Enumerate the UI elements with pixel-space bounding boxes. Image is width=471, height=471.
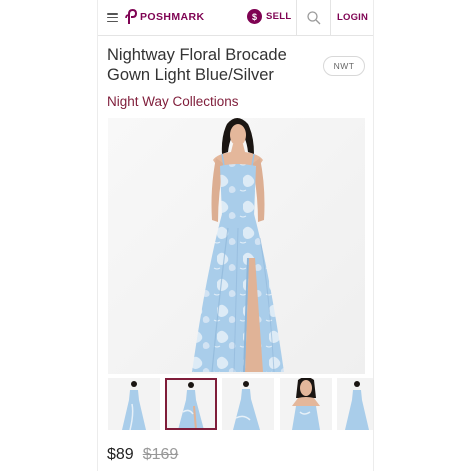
main-product-image[interactable]: [108, 118, 365, 374]
thumbnail-1[interactable]: [108, 378, 160, 430]
thumbnail-2[interactable]: [165, 378, 217, 430]
dress-photo: [108, 118, 365, 374]
sell-label: SELL: [266, 11, 292, 22]
thumbnail-image: [108, 378, 160, 430]
header-divider: [330, 0, 331, 36]
original-price: $169: [142, 446, 179, 463]
sell-button[interactable]: $ SELL: [247, 9, 291, 24]
search-icon[interactable]: [306, 10, 322, 26]
brand-link[interactable]: Night Way Collections: [107, 94, 239, 109]
thumbnail-5[interactable]: [337, 378, 373, 430]
listing-title: Nightway Floral Brocade Gown Light Blue/…: [107, 46, 287, 84]
thumbnail-image: [337, 378, 373, 430]
thumbnail-4[interactable]: [280, 378, 332, 430]
brand-name: POSHMARK: [140, 11, 205, 23]
poshmark-logo-icon: [125, 9, 137, 24]
header-divider: [296, 0, 297, 36]
thumbnail-image: [165, 378, 217, 430]
price-row: $89 $169: [107, 446, 178, 464]
thumbnail-image: [222, 378, 274, 430]
login-link[interactable]: LOGIN: [337, 12, 368, 23]
top-nav: POSHMARK $ SELL LOGIN: [98, 0, 373, 36]
product-page: POSHMARK $ SELL LOGIN Nightway Floral Br…: [97, 0, 374, 471]
current-price: $89: [107, 446, 134, 463]
menu-icon[interactable]: [107, 13, 118, 23]
thumbnail-image: [280, 378, 332, 430]
sell-badge-icon: $: [247, 9, 262, 24]
poshmark-logo[interactable]: POSHMARK: [125, 9, 204, 25]
thumbnail-3[interactable]: [222, 378, 274, 430]
thumbnail-strip: [108, 378, 373, 432]
condition-badge: NWT: [323, 56, 365, 76]
